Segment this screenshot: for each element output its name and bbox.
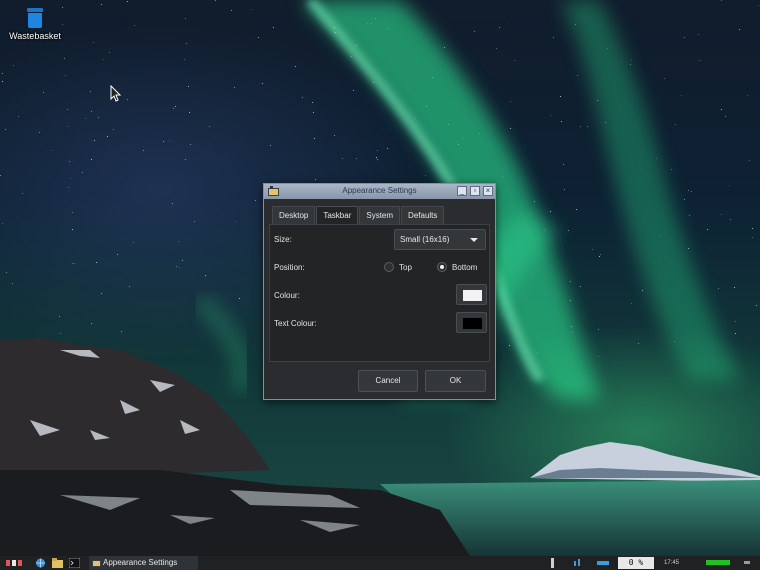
taskbar: Appearance Settings 0 % 17:45 <box>0 556 760 570</box>
radio-top[interactable] <box>384 262 394 272</box>
radio-bottom[interactable] <box>437 262 447 272</box>
appearance-app-icon <box>92 560 101 567</box>
settings-tabs: Desktop Taskbar System Defaults <box>272 206 445 225</box>
text-colour-swatch <box>463 318 482 329</box>
taskbar-settings-panel: Size: Small (16x16) Position: Top Bottom… <box>269 224 490 362</box>
colour-picker-button[interactable] <box>456 284 487 305</box>
wifi-icon[interactable] <box>597 558 609 568</box>
desktop-icon-wastebasket[interactable]: Wastebasket <box>6 8 64 41</box>
raspberry-menu-icon[interactable] <box>6 559 22 567</box>
chevron-down-icon <box>470 238 478 242</box>
colour-label: Colour: <box>274 291 300 300</box>
cancel-button[interactable]: Cancel <box>358 370 418 392</box>
clock[interactable]: 17:45 <box>664 556 679 570</box>
globe-icon[interactable] <box>35 558 46 568</box>
folder-icon[interactable] <box>52 558 63 568</box>
text-colour-label: Text Colour: <box>274 319 317 328</box>
tab-taskbar[interactable]: Taskbar <box>316 206 359 225</box>
colour-swatch <box>463 290 482 301</box>
volume-bar[interactable] <box>706 560 730 565</box>
taskbar-window-label: Appearance Settings <box>103 558 178 567</box>
ok-button[interactable]: OK <box>425 370 486 392</box>
terminal-icon[interactable] <box>69 558 80 568</box>
size-label: Size: <box>274 235 292 244</box>
appearance-settings-dialog: Appearance Settings _ ▫ × Desktop Taskba… <box>263 183 496 400</box>
size-dropdown[interactable]: Small (16x16) <box>394 229 486 250</box>
maximize-icon: ▫ <box>473 186 477 195</box>
radio-top-label: Top <box>399 262 412 272</box>
bluetooth-icon[interactable] <box>551 558 554 568</box>
cpu-usage-monitor[interactable]: 0 % <box>618 557 654 569</box>
mouse-cursor-icon <box>110 85 122 102</box>
maximize-button[interactable]: ▫ <box>470 186 480 196</box>
text-colour-picker-button[interactable] <box>456 312 487 333</box>
tab-system[interactable]: System <box>359 206 401 224</box>
minimize-icon: _ <box>459 186 465 195</box>
tab-desktop[interactable]: Desktop <box>272 206 316 224</box>
position-bottom-option[interactable]: Bottom <box>437 262 477 272</box>
taskbar-window-button[interactable]: Appearance Settings <box>89 556 198 570</box>
network-icon[interactable] <box>574 558 582 568</box>
desktop-icon-label: Wastebasket <box>9 31 61 41</box>
close-icon: × <box>485 186 491 195</box>
dialog-titlebar[interactable]: Appearance Settings _ ▫ × <box>264 184 495 199</box>
eject-icon[interactable] <box>744 561 750 564</box>
position-top-option[interactable]: Top <box>384 262 412 272</box>
close-button[interactable]: × <box>483 186 493 196</box>
minimize-button[interactable]: _ <box>457 186 467 196</box>
radio-bottom-label: Bottom <box>452 262 478 272</box>
tab-defaults[interactable]: Defaults <box>401 206 445 224</box>
trash-icon <box>26 8 44 28</box>
size-dropdown-value: Small (16x16) <box>400 235 450 244</box>
position-label: Position: <box>274 263 305 272</box>
